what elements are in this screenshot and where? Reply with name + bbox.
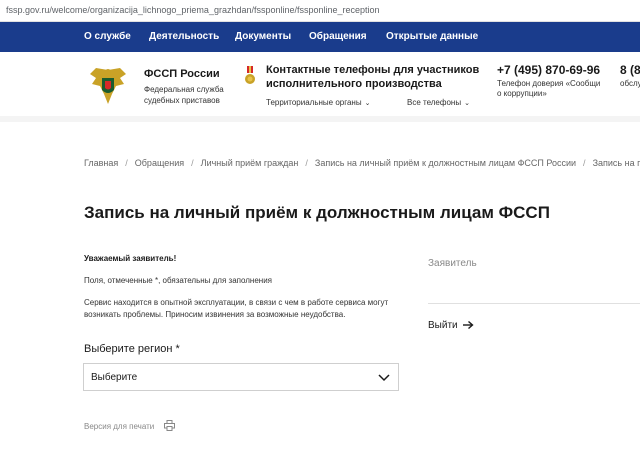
breadcrumb: Главная / Обращения / Личный приём граждан / З… — [84, 158, 640, 168]
breadcrumb-separator: / — [305, 158, 308, 168]
breadcrumb-appeals[interactable]: Обращения — [135, 158, 184, 168]
region-select-value: Выберите — [91, 372, 138, 383]
breadcrumb-personal-reception[interactable]: Личный приём граждан — [201, 158, 299, 168]
url-text[interactable]: fssp.gov.ru/welcome/organizacija_lichnog… — [6, 5, 380, 15]
breadcrumb-current: Запись на пр — [592, 158, 640, 168]
address-bar[interactable]: fssp.gov.ru/welcome/organizacija_lichnog… — [0, 0, 640, 22]
chevron-down-icon: ⌄ — [464, 100, 470, 107]
breadcrumb-separator: / — [583, 158, 586, 168]
side-divider — [428, 303, 640, 304]
breadcrumb-separator: / — [191, 158, 194, 168]
territorial-bodies-dropdown[interactable]: Территориальные органы ⌄ — [266, 98, 370, 107]
page-title: Запись на личный приём к должностным лиц… — [84, 203, 550, 222]
nav-item-about[interactable]: О службе — [84, 31, 131, 42]
region-select[interactable]: Выберите — [83, 363, 399, 391]
nav-item-activity[interactable]: Деятельность — [149, 31, 219, 42]
content-area — [0, 122, 640, 449]
chevron-down-icon: ⌄ — [364, 100, 371, 107]
nav-item-open-data[interactable]: Открытые данные — [386, 31, 478, 42]
service-phone-note: обслу — [620, 79, 640, 88]
hotline-note: Телефон доверия «Сообщи о коррупции» — [497, 79, 601, 98]
hotline-phone[interactable]: +7 (495) 870-69-96 — [497, 63, 600, 77]
greeting-text: Уважаемый заявитель! — [84, 254, 177, 263]
applicant-label: Заявитель — [428, 258, 477, 269]
required-fields-note: Поля, отмеченные *, обязательны для запо… — [84, 276, 273, 285]
nav-item-appeals[interactable]: Обращения — [309, 31, 367, 42]
all-phones-label: Все телефоны — [407, 98, 462, 107]
top-nav: О службе Деятельность Документы Обращени… — [0, 22, 640, 52]
breadcrumb-separator: / — [125, 158, 128, 168]
contacts-title: Контактные телефоны для участников испол… — [266, 64, 480, 90]
all-phones-dropdown[interactable]: Все телефоны ⌄ — [407, 98, 470, 107]
territorial-bodies-label: Территориальные органы — [266, 98, 362, 107]
nav-item-documents[interactable]: Документы — [235, 31, 291, 42]
medal-icon — [245, 66, 255, 84]
region-label: Выберите регион * — [84, 343, 180, 355]
logout-link[interactable]: Выйти — [428, 320, 458, 331]
arrow-right-icon[interactable] — [462, 320, 474, 330]
brand-title[interactable]: ФССП России — [144, 68, 220, 80]
service-phone[interactable]: 8 (8 — [620, 63, 640, 77]
fssp-emblem-icon[interactable] — [88, 64, 128, 108]
breadcrumb-home[interactable]: Главная — [84, 158, 118, 168]
service-notice: Сервис находится в опытной эксплуатации,… — [84, 298, 389, 319]
printer-icon[interactable] — [164, 420, 175, 431]
breadcrumb-officials-reception[interactable]: Запись на личный приём к должностным лиц… — [315, 158, 576, 168]
print-version-link[interactable]: Версия для печати — [84, 422, 154, 431]
brand-subtitle: Федеральная служба судебных приставов — [144, 85, 224, 105]
chevron-down-icon — [378, 374, 390, 382]
